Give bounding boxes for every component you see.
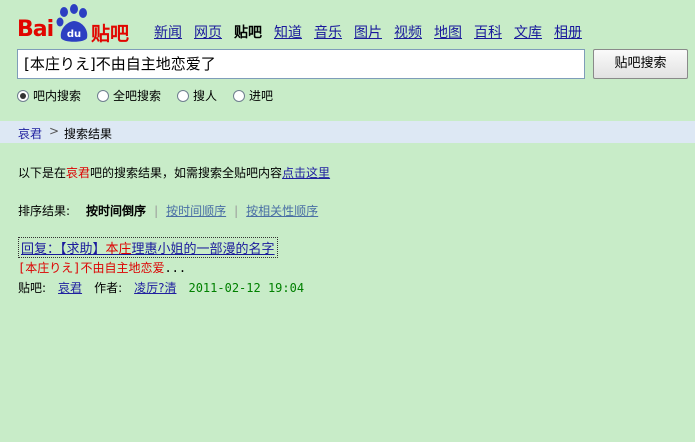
result-title-highlight: 本庄 bbox=[105, 242, 132, 257]
search-scope-radios: 吧内搜索 全吧搜索 搜人 进吧 bbox=[17, 87, 289, 104]
radio-label: 搜人 bbox=[193, 89, 218, 103]
nav-item-2: 贴吧 bbox=[234, 25, 262, 41]
meta-post-time: 2011-02-12 19:04 bbox=[188, 280, 305, 295]
result-meta: 贴吧: 哀君 作者: 凌厉?清 2011-02-12 19:04 bbox=[18, 279, 304, 296]
info-prefix: 以下是在 bbox=[18, 166, 67, 180]
nav-item-3[interactable]: 知道 bbox=[274, 22, 302, 42]
baidu-tieba-logo[interactable]: Bai du 贴吧 bbox=[17, 4, 137, 45]
radio-circle-icon[interactable] bbox=[233, 89, 246, 102]
search-scope-radio-2[interactable]: 搜人 bbox=[177, 87, 217, 104]
meta-author-link[interactable]: 凌厉?清 bbox=[134, 279, 176, 296]
info-bar-name: 哀君 bbox=[66, 166, 91, 180]
meta-bar-label: 贴吧: bbox=[18, 281, 47, 295]
result-title-prefix: 回复：【求助】 bbox=[21, 242, 106, 257]
sort-current: 按时间倒序 bbox=[86, 204, 147, 218]
paw-icon: du bbox=[56, 4, 88, 42]
result-title-suffix: 理惠小姐的一部漫的名字 bbox=[131, 242, 275, 257]
sort-options: 排序结果: 按时间倒序 | 按时间顺序 | 按相关性顺序 bbox=[18, 202, 318, 219]
info-middle: 吧的搜索结果，如需搜索全贴吧内容 bbox=[90, 166, 283, 180]
result-snippet: [本庄りえ]不由自主地恋爱... bbox=[18, 259, 186, 276]
radio-label: 进吧 bbox=[249, 89, 274, 103]
logo-bai-text: Bai bbox=[17, 17, 54, 42]
nav-item-10[interactable]: 相册 bbox=[554, 22, 582, 42]
sort-separator: | bbox=[234, 203, 239, 218]
radio-circle-icon[interactable] bbox=[97, 89, 110, 102]
search-input[interactable]: [本庄りえ]不由自主地恋爱了 bbox=[17, 49, 585, 79]
sort-time-asc-link[interactable]: 按时间顺序 bbox=[166, 202, 226, 219]
nav-item-4[interactable]: 音乐 bbox=[314, 22, 342, 42]
radio-circle-icon[interactable] bbox=[177, 89, 190, 102]
result-title-link[interactable]: 回复：【求助】本庄理惠小姐的一部漫的名字 bbox=[18, 237, 278, 258]
logo-tieba-text: 贴吧 bbox=[91, 23, 130, 45]
search-info-line: 以下是在哀君吧的搜索结果，如需搜索全贴吧内容点击这里 bbox=[18, 164, 330, 181]
breadcrumb-separator: > bbox=[49, 124, 60, 138]
nav-item-0[interactable]: 新闻 bbox=[154, 22, 182, 42]
nav-item-1[interactable]: 网页 bbox=[194, 22, 222, 42]
nav-item-7[interactable]: 地图 bbox=[434, 22, 462, 42]
sort-relevance-link[interactable]: 按相关性顺序 bbox=[246, 202, 318, 219]
radio-label: 吧内搜索 bbox=[33, 89, 82, 103]
nav-item-6[interactable]: 视频 bbox=[394, 22, 422, 42]
breadcrumb-bar-link[interactable]: 哀君 bbox=[18, 125, 42, 142]
tieba-search-button[interactable]: 贴吧搜索 bbox=[593, 49, 688, 79]
sort-separator: | bbox=[154, 203, 159, 218]
top-nav: 新闻 网页 贴吧 知道 音乐 图片 视频 地图 百科 文库 相册 bbox=[154, 22, 594, 42]
search-scope-radio-0[interactable]: 吧内搜索 bbox=[17, 87, 81, 104]
radio-circle-icon[interactable] bbox=[17, 89, 29, 102]
sort-label: 排序结果: bbox=[18, 204, 71, 218]
nav-item-8[interactable]: 百科 bbox=[474, 22, 502, 42]
breadcrumb: 哀君 > 搜索结果 bbox=[0, 121, 695, 143]
breadcrumb-current: 搜索结果 bbox=[64, 127, 113, 141]
meta-author-label: 作者: bbox=[94, 281, 123, 295]
search-all-link[interactable]: 点击这里 bbox=[282, 166, 330, 180]
meta-bar-link[interactable]: 哀君 bbox=[58, 279, 82, 296]
nav-item-5[interactable]: 图片 bbox=[354, 22, 382, 42]
search-scope-radio-3[interactable]: 进吧 bbox=[233, 87, 273, 104]
logo-du-text: du bbox=[67, 29, 81, 40]
snippet-highlight: [本庄りえ]不由自主地恋爱 bbox=[18, 261, 165, 275]
radio-label: 全吧搜索 bbox=[113, 89, 162, 103]
nav-item-9[interactable]: 文库 bbox=[514, 22, 542, 42]
snippet-rest: ... bbox=[164, 261, 187, 275]
search-scope-radio-1[interactable]: 全吧搜索 bbox=[97, 87, 161, 104]
